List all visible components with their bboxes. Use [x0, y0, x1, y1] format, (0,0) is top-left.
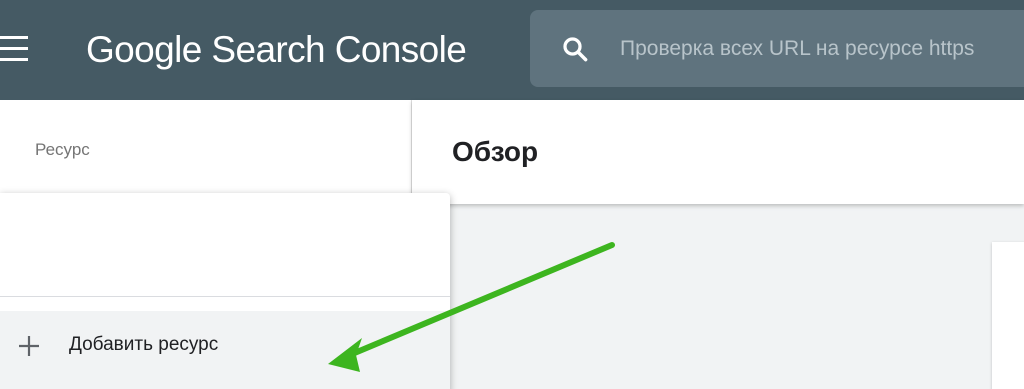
dropdown-divider	[0, 296, 450, 297]
search-console-page: Google Search Console Проверка всех URL …	[0, 0, 1024, 389]
resource-label: Ресурс	[35, 140, 90, 159]
hamburger-menu-icon[interactable]	[0, 36, 30, 62]
page-title: Обзор	[452, 136, 539, 167]
top-app-bar: Google Search Console Проверка всех URL …	[0, 0, 1024, 100]
app-title[interactable]: Google Search Console	[86, 25, 467, 75]
resource-dropdown: Добавить ресурс	[0, 193, 450, 389]
plus-icon	[19, 336, 39, 356]
overview-card	[992, 242, 1024, 389]
main-content: Обзор	[412, 100, 1024, 389]
search-icon[interactable]	[560, 34, 590, 64]
url-inspection-search[interactable]: Проверка всех URL на ресурсе https	[530, 10, 1024, 87]
add-resource-label: Добавить ресурс	[69, 334, 219, 355]
add-resource-button[interactable]: Добавить ресурс	[0, 311, 450, 389]
search-input[interactable]: Проверка всех URL на ресурсе https	[620, 10, 1024, 87]
main-header: Обзор	[412, 100, 1024, 204]
